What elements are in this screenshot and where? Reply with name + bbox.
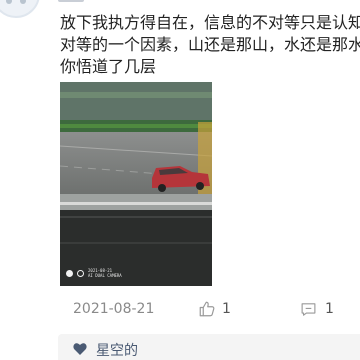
comment-line-2: 对等的一个因素，山还是那山，水还是那水， <box>60 35 360 54</box>
photo-scene <box>60 82 212 286</box>
comment-date: 2021-08-21 <box>73 301 155 317</box>
like-count: 1 <box>222 301 231 317</box>
watermark-dot <box>66 269 73 277</box>
watermark-line-2: AI DUAL CAMERA <box>88 273 122 278</box>
thumbs-up-icon[interactable] <box>198 300 216 318</box>
comment-meta-row: 2021-08-21 1 1 <box>60 298 360 322</box>
comment-icon[interactable] <box>300 301 317 318</box>
watermark-ring <box>77 269 84 277</box>
username-partial[interactable] <box>58 0 84 2</box>
comment-detail-page: 放下我执方得自在，信息的不对等只是认知不 对等的一个因素，山还是那山，水还是那水… <box>0 0 360 360</box>
photo-watermark: 2021-08-21 AI DUAL CAMERA <box>66 268 122 278</box>
user-avatar[interactable] <box>0 0 40 18</box>
reply-count: 1 <box>325 301 334 317</box>
watermark-text: 2021-08-21 AI DUAL CAMERA <box>88 268 122 278</box>
comment-body: 放下我执方得自在，信息的不对等只是认知不 对等的一个因素，山还是那山，水还是那水… <box>60 12 360 78</box>
liker-name[interactable]: 星空的 <box>96 340 138 360</box>
likes-summary: 星空的 <box>58 334 360 360</box>
comment-photo[interactable] <box>60 82 212 286</box>
comment-line-3: 你悟道了几层 <box>60 57 157 76</box>
comment-line-1: 放下我执方得自在，信息的不对等只是认知不 <box>60 13 360 32</box>
heart-icon <box>73 343 87 355</box>
